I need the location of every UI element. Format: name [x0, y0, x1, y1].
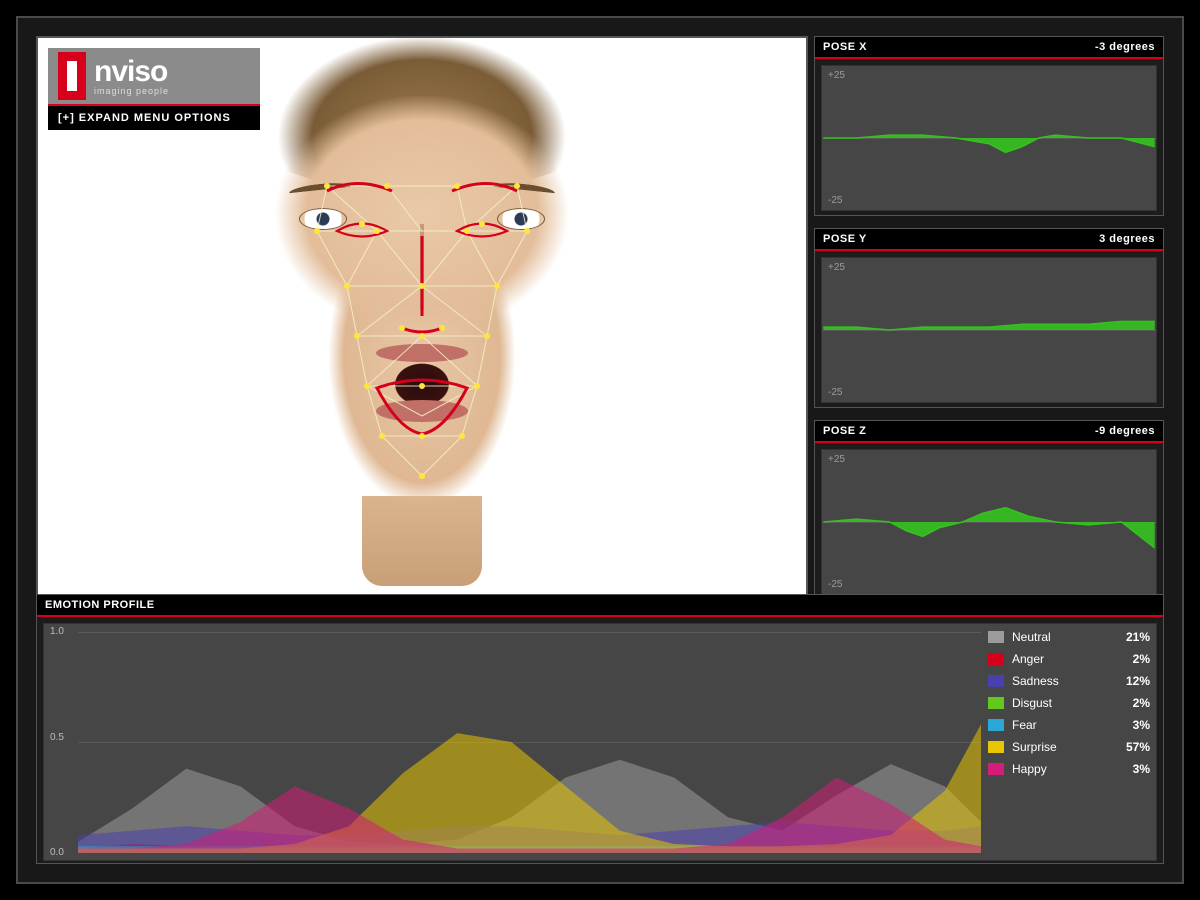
legend-label-sadness: Sadness	[1012, 674, 1098, 688]
legend-row-anger: Anger 2%	[988, 652, 1150, 666]
legend-row-sadness: Sadness 12%	[988, 674, 1150, 688]
legend-value-fear: 3%	[1106, 718, 1150, 732]
emotion-ytick-05: 0.5	[50, 732, 64, 743]
emotion-legend: Neutral 21% Anger 2% Sadness 12% Disgust…	[988, 630, 1150, 776]
expand-menu-label: [+] EXPAND MENU OPTIONS	[58, 112, 231, 124]
legend-label-neutral: Neutral	[1012, 630, 1098, 644]
legend-swatch-anger	[988, 653, 1004, 665]
legend-value-disgust: 2%	[1106, 696, 1150, 710]
legend-row-neutral: Neutral 21%	[988, 630, 1150, 644]
legend-label-happy: Happy	[1012, 762, 1098, 776]
emotion-ytick-1: 1.0	[50, 626, 64, 637]
legend-swatch-disgust	[988, 697, 1004, 709]
pose-x-panel: POSE X -3 degrees +25 -25	[814, 36, 1164, 216]
legend-value-happy: 3%	[1106, 762, 1150, 776]
pose-y-chart: +25 -25	[821, 257, 1157, 403]
legend-swatch-happy	[988, 763, 1004, 775]
legend-row-fear: Fear 3%	[988, 718, 1150, 732]
legend-row-surprise: Surprise 57%	[988, 740, 1150, 754]
legend-label-fear: Fear	[1012, 718, 1098, 732]
pose-z-title: POSE Z	[823, 425, 866, 437]
legend-value-anger: 2%	[1106, 652, 1150, 666]
pose-x-title: POSE X	[823, 41, 867, 53]
face-tracking-overlay	[207, 36, 637, 576]
brand-logo-name: nviso	[94, 57, 169, 87]
pose-x-chart: +25 -25	[821, 65, 1157, 211]
legend-row-happy: Happy 3%	[988, 762, 1150, 776]
legend-swatch-neutral	[988, 631, 1004, 643]
legend-row-disgust: Disgust 2%	[988, 696, 1150, 710]
legend-swatch-fear	[988, 719, 1004, 731]
pose-x-value: -3 degrees	[1095, 41, 1155, 53]
emotion-profile-chart: 1.0 0.5 0.0 Neutral 21% Anger 2%	[43, 623, 1157, 861]
legend-label-anger: Anger	[1012, 652, 1098, 666]
legend-value-neutral: 21%	[1106, 630, 1150, 644]
legend-swatch-sadness	[988, 675, 1004, 687]
legend-value-sadness: 12%	[1106, 674, 1150, 688]
brand-logo-tagline: imaging people	[94, 87, 169, 96]
emotion-profile-title: EMOTION PROFILE	[45, 599, 155, 611]
legend-label-disgust: Disgust	[1012, 696, 1098, 710]
brand-logo-mark-icon	[58, 52, 86, 100]
legend-label-surprise: Surprise	[1012, 740, 1098, 754]
video-preview-panel: nviso imaging people [+] EXPAND MENU OPT…	[36, 36, 808, 598]
pose-y-panel: POSE Y 3 degrees +25 -25	[814, 228, 1164, 408]
pose-y-value: 3 degrees	[1099, 233, 1155, 245]
app-frame: nviso imaging people [+] EXPAND MENU OPT…	[16, 16, 1184, 884]
legend-swatch-surprise	[988, 741, 1004, 753]
pose-z-chart: +25 -25	[821, 449, 1157, 595]
pose-z-value: -9 degrees	[1095, 425, 1155, 437]
face-mesh-overlay-icon	[207, 36, 637, 576]
emotion-ytick-0: 0.0	[50, 847, 64, 858]
pose-z-panel: POSE Z -9 degrees +25 -25	[814, 420, 1164, 600]
pose-y-title: POSE Y	[823, 233, 867, 245]
emotion-profile-panel: EMOTION PROFILE 1.0 0.5 0.0 Neutral 21% …	[36, 594, 1164, 864]
legend-value-surprise: 57%	[1106, 740, 1150, 754]
